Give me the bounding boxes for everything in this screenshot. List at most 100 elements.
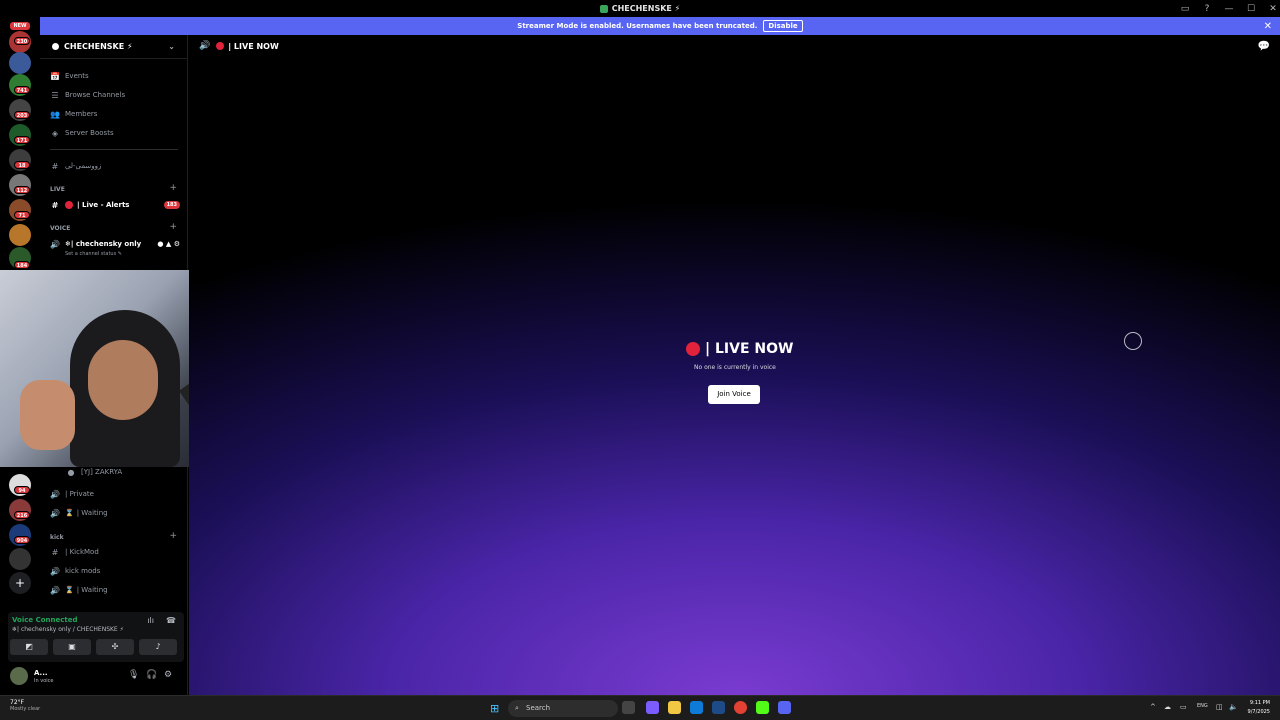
file-explorer-icon[interactable]: [668, 701, 681, 714]
mention-badge: 904: [14, 536, 30, 544]
microphone-icon[interactable]: 🎙: [128, 670, 139, 680]
search-icon: ⌕: [515, 704, 519, 712]
nav-members[interactable]: 👥 Members: [50, 107, 97, 121]
disable-button[interactable]: Disable: [763, 20, 803, 32]
server-header[interactable]: CHECHENSKE ⚡ ⌄: [40, 35, 187, 59]
nav-browse-channels[interactable]: ☰ Browse Channels: [50, 88, 125, 102]
speaker-icon: 🔊: [50, 508, 60, 518]
category-live[interactable]: LIVE: [50, 186, 65, 193]
copilot-icon[interactable]: [646, 701, 659, 714]
voice-connected-channel[interactable]: ❄| chechensky only / CHECHENSKE ⚡: [12, 626, 124, 633]
tray-overflow-icon[interactable]: ^: [1150, 703, 1156, 711]
voice-connected-title[interactable]: Voice Connected: [12, 616, 78, 624]
channel-header: 🔊 | LIVE NOW: [199, 41, 279, 51]
headphones-icon[interactable]: 🎧: [146, 670, 157, 680]
help-icon[interactable]: ?: [1196, 4, 1218, 14]
nav-events[interactable]: 📅 Events: [50, 69, 89, 83]
maximize-button[interactable]: ☐: [1240, 4, 1262, 14]
window-titlebar: CHECHENSKE ⚡: [0, 0, 1280, 17]
channel-rules[interactable]: # زووسمی-لی: [50, 159, 180, 173]
window-controls: ▭ ? — ☐ ✕: [1174, 0, 1280, 17]
close-window-button[interactable]: ✕: [1262, 4, 1280, 14]
category-kick[interactable]: kick: [50, 534, 64, 541]
signal-icon[interactable]: ılı: [147, 616, 154, 625]
voice-channel-kick-mods[interactable]: 🔊 kick mods: [50, 564, 180, 578]
discord-icon[interactable]: [778, 701, 791, 714]
store-icon[interactable]: [712, 701, 725, 714]
channel-label: | Private: [65, 490, 94, 498]
server-name: CHECHENSKE ⚡: [64, 42, 133, 51]
minimize-button[interactable]: —: [1218, 4, 1240, 14]
activities-button[interactable]: ✣: [96, 639, 134, 655]
tray-app-icon[interactable]: ▭: [1180, 703, 1187, 711]
gear-icon[interactable]: ⚙: [164, 670, 172, 680]
soundboard-button[interactable]: ♪: [139, 639, 177, 655]
channel-actions-icon[interactable]: ● ▲ ⚙: [157, 240, 180, 248]
onedrive-icon[interactable]: ☁: [1164, 703, 1171, 711]
voice-empty-text: No one is currently in voice: [694, 364, 776, 371]
window-title: CHECHENSKE ⚡: [611, 4, 681, 13]
clock[interactable]: 9:11 PM 9/7/2025: [1248, 699, 1270, 717]
add-channel-icon[interactable]: +: [169, 222, 177, 232]
voice-channel-kick-waiting[interactable]: 🔊 ⌛ | Waiting: [50, 583, 180, 597]
nav-server-boosts[interactable]: ◈ Server Boosts: [50, 126, 114, 140]
camera-button[interactable]: ◩: [10, 639, 48, 655]
speaker-icon: 🔊: [50, 489, 60, 499]
volume-icon[interactable]: 🔈: [1229, 703, 1238, 711]
inbox-icon[interactable]: ▭: [1174, 4, 1196, 14]
weather-condition: Mostly clear: [10, 706, 41, 712]
screenshare-button[interactable]: ▣: [53, 639, 91, 655]
voice-channel-title: | LIVE NOW: [686, 341, 793, 357]
hourglass-icon: ⌛: [65, 509, 74, 517]
channel-kickmod[interactable]: # | KickMod: [50, 545, 180, 559]
voice-channel-waiting[interactable]: 🔊 ⌛ | Waiting: [50, 506, 180, 520]
channel-label: زووسمی-لی: [65, 162, 102, 170]
speaker-icon: 🔊: [50, 585, 60, 595]
streamer-hand: [20, 380, 75, 450]
edge-icon[interactable]: [690, 701, 703, 714]
nav-label: Server Boosts: [65, 129, 114, 137]
server-icon[interactable]: [9, 52, 31, 74]
category-voice[interactable]: VOICE: [50, 225, 70, 232]
language-indicator[interactable]: ENG: [1197, 703, 1208, 709]
network-icon[interactable]: ◫: [1216, 703, 1223, 711]
red-circle-icon: [686, 342, 700, 356]
channel-label: ❄| chechensky only: [65, 240, 142, 248]
chevron-down-icon[interactable]: ⌄: [168, 42, 175, 51]
channel-live-alerts[interactable]: # | Live - Alerts 183: [50, 198, 180, 212]
server-icon: [52, 43, 59, 50]
windows-start-icon[interactable]: ⊞: [490, 702, 499, 715]
task-view-icon[interactable]: [622, 701, 635, 714]
windows-taskbar: 72°F Mostly clear ⊞ Search ⌕ ^ ☁ ▭ ENG ◫…: [0, 695, 1280, 720]
add-channel-icon[interactable]: +: [169, 183, 177, 193]
nav-label: Events: [65, 72, 89, 80]
banner-close-icon[interactable]: ✕: [1264, 21, 1272, 32]
chat-icon[interactable]: 💬: [1258, 41, 1270, 52]
voice-member[interactable]: ● [YJ] ZAKRYA: [66, 465, 196, 479]
mention-badge: 171: [14, 136, 30, 144]
server-icon[interactable]: [9, 224, 31, 246]
mention-badge: 18: [14, 161, 30, 169]
server-icon[interactable]: [9, 548, 31, 570]
add-server-icon[interactable]: +: [9, 572, 31, 594]
taskbar-search[interactable]: Search: [508, 700, 618, 717]
weather-widget[interactable]: 72°F Mostly clear: [10, 699, 40, 712]
add-channel-icon[interactable]: +: [169, 531, 177, 541]
voice-channel-chechensky-only[interactable]: 🔊 ❄| chechensky only ● ▲ ⚙: [50, 237, 180, 251]
speaker-icon: 🔊: [50, 239, 60, 249]
calendar-icon: 📅: [50, 71, 60, 81]
hashtag-icon: #: [51, 200, 59, 210]
boost-icon: ◈: [51, 128, 59, 138]
avatar[interactable]: [10, 667, 28, 685]
chrome-icon[interactable]: [734, 701, 747, 714]
voice-channel-private[interactable]: 🔊 | Private: [50, 487, 180, 501]
weather-temp: 72°F: [10, 699, 25, 706]
members-icon: 👥: [50, 109, 60, 119]
channel-status[interactable]: Set a channel status ✎: [65, 251, 122, 257]
kick-icon[interactable]: [756, 701, 769, 714]
banner-text: Streamer Mode is enabled. Usernames have…: [517, 22, 758, 30]
hashtag-icon: #: [51, 547, 59, 557]
join-voice-button[interactable]: Join Voice: [708, 385, 760, 404]
channel-label: kick mods: [65, 567, 101, 575]
disconnect-icon[interactable]: ☎: [166, 616, 176, 625]
